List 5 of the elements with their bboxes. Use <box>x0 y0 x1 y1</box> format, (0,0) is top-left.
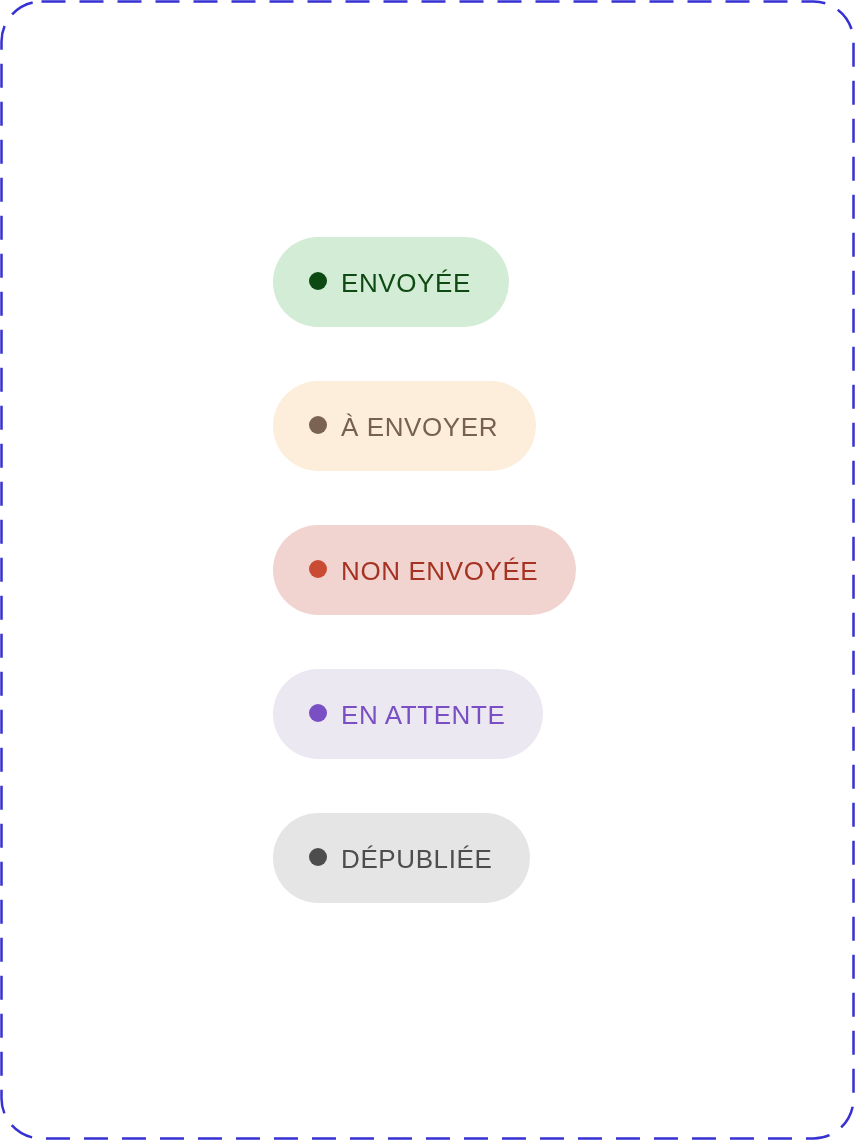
status-label: EN ATTENTE <box>341 699 506 730</box>
status-label: ENVOYÉE <box>341 267 471 298</box>
status-label: À ENVOYER <box>341 411 499 442</box>
status-label: DÉPUBLIÉE <box>341 843 493 874</box>
status-label: NON ENVOYÉE <box>341 555 539 586</box>
